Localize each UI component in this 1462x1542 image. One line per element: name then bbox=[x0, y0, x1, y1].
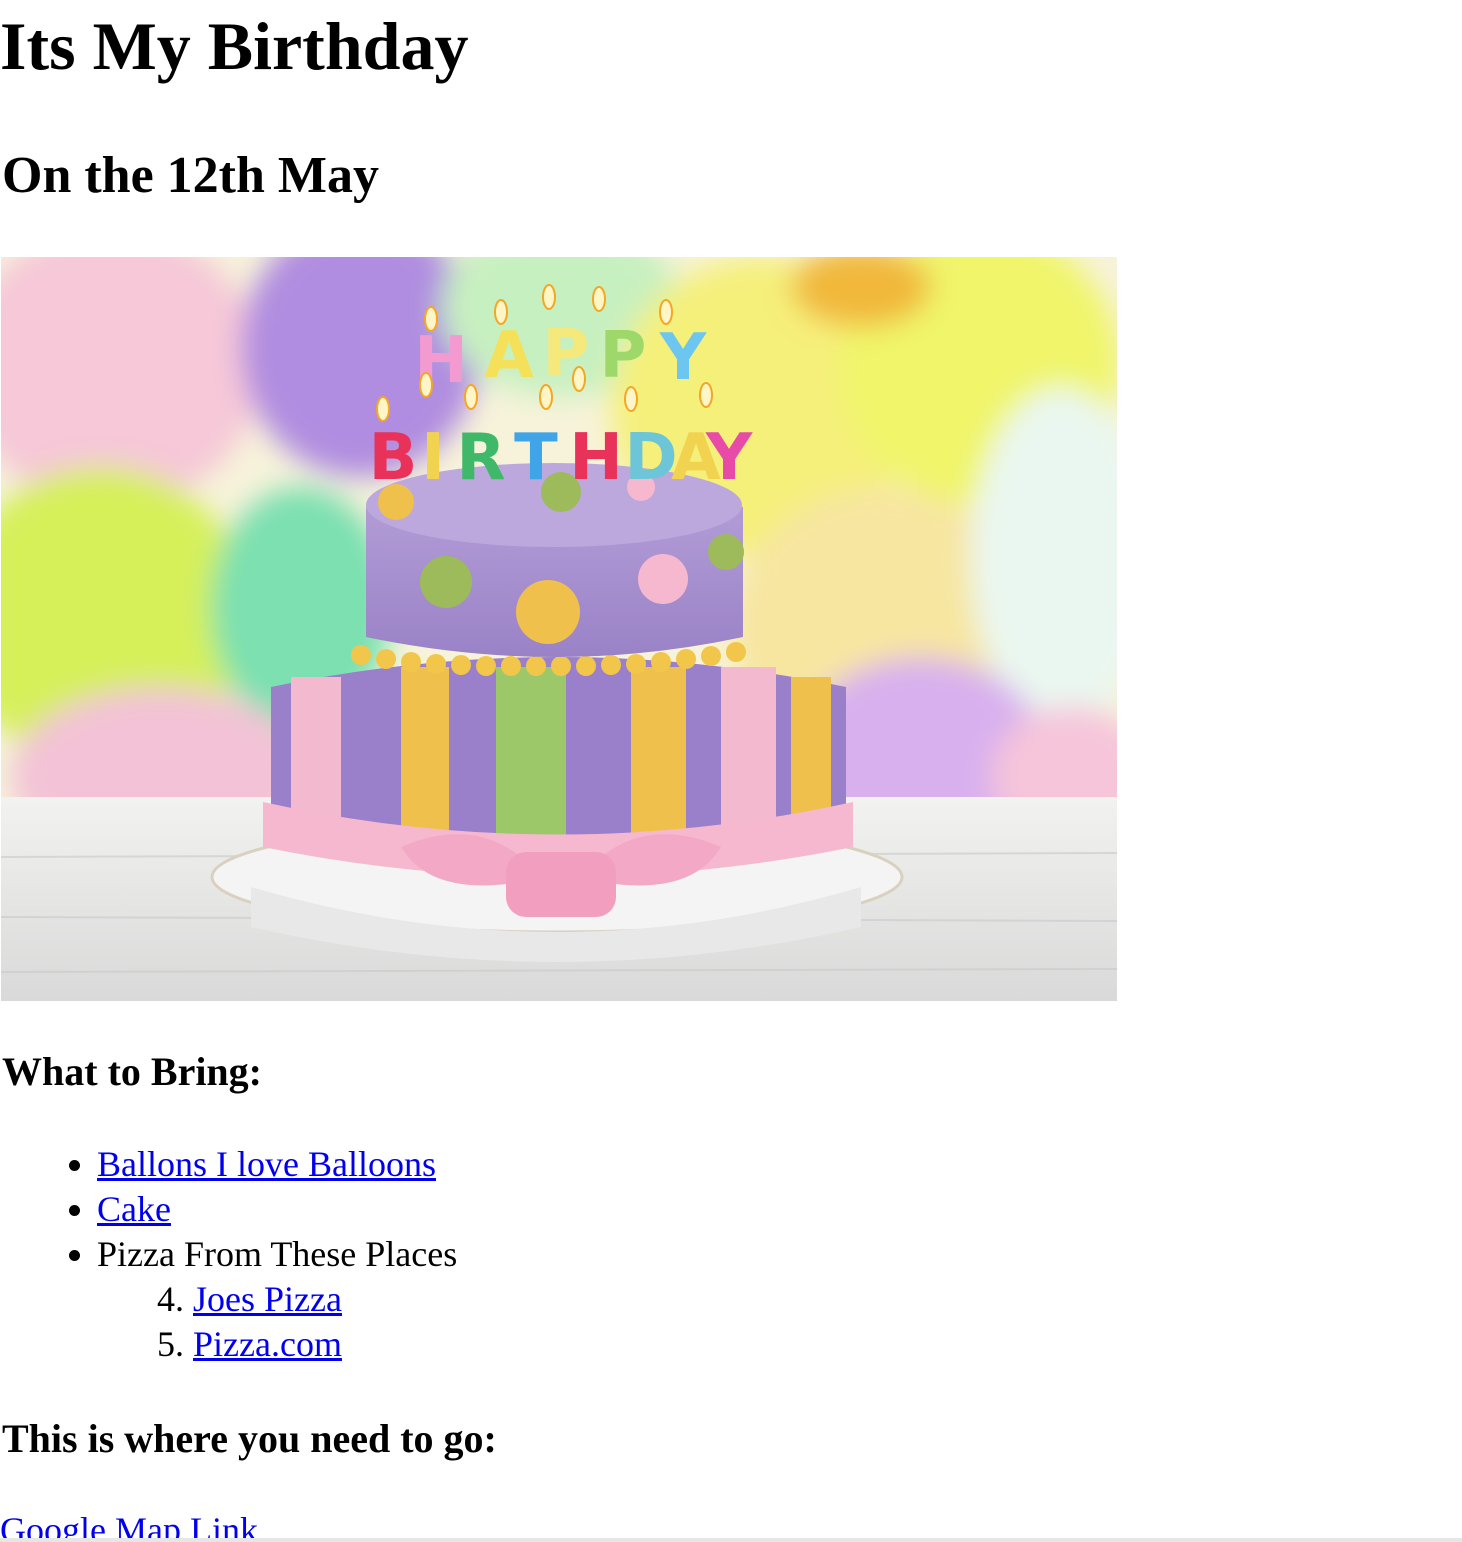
list-item: Cake bbox=[97, 1187, 457, 1232]
cake-link[interactable]: Cake bbox=[97, 1189, 171, 1229]
bring-list: Ballons I love Balloons Cake Pizza From … bbox=[0, 1142, 457, 1367]
svg-text:A: A bbox=[484, 319, 534, 393]
svg-text:R: R bbox=[456, 421, 505, 495]
svg-text:B: B bbox=[369, 421, 418, 495]
svg-text:P: P bbox=[600, 319, 647, 393]
list-item: Joes Pizza bbox=[193, 1277, 457, 1322]
pizza-com-link[interactable]: Pizza.com bbox=[193, 1324, 342, 1364]
pizza-places-list: Joes Pizza Pizza.com bbox=[97, 1277, 457, 1367]
page-title: Its My Birthday bbox=[0, 8, 469, 84]
pizza-places-label: Pizza From These Places bbox=[97, 1234, 458, 1274]
viewport-bottom-edge bbox=[0, 1538, 1462, 1542]
what-to-bring-heading: What to Bring: bbox=[2, 1049, 262, 1094]
birthday-cake-image: H A P P Y B I R T H D A Y bbox=[1, 257, 1117, 1001]
svg-text:Y: Y bbox=[705, 421, 753, 495]
location-heading: This is where you need to go: bbox=[2, 1416, 497, 1461]
joes-pizza-link[interactable]: Joes Pizza bbox=[193, 1279, 342, 1319]
list-item: Pizza.com bbox=[193, 1322, 457, 1367]
svg-text:I: I bbox=[421, 421, 445, 495]
svg-text:D: D bbox=[624, 421, 677, 495]
page-subtitle: On the 12th May bbox=[2, 147, 379, 204]
svg-text:H: H bbox=[569, 421, 623, 495]
svg-text:T: T bbox=[514, 421, 558, 495]
page: Its My Birthday On the 12th May H A P P … bbox=[0, 0, 1462, 1538]
balloons-link[interactable]: Ballons I love Balloons bbox=[97, 1144, 436, 1184]
google-map-link[interactable]: Google Map Link bbox=[0, 1508, 258, 1538]
list-item: Pizza From These Places Joes Pizza Pizza… bbox=[97, 1232, 457, 1367]
svg-text:Y: Y bbox=[659, 321, 707, 395]
list-item: Ballons I love Balloons bbox=[97, 1142, 457, 1187]
